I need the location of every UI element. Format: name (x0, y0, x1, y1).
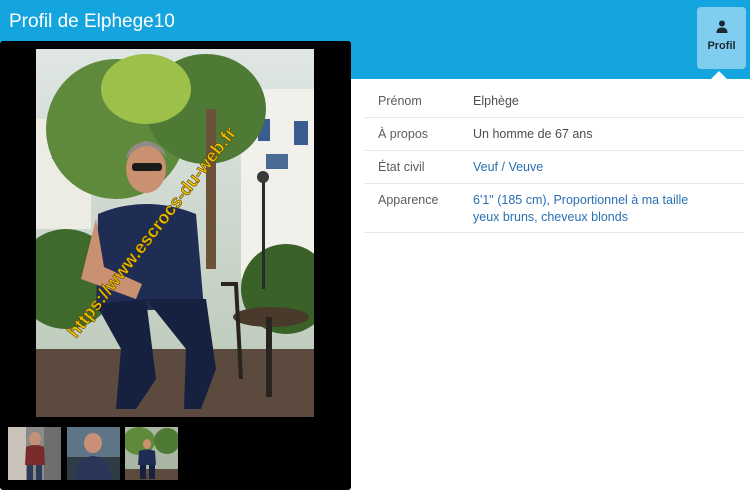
thumbnail-1[interactable] (8, 427, 61, 480)
tab-profil-label: Profil (707, 40, 736, 52)
detail-value-link[interactable]: 6'1" (185 cm), Proportionnel à ma taille… (473, 184, 718, 234)
detail-row-a-propos: À propos Un homme de 67 ans (364, 118, 744, 151)
profile-details: Prénom Elphège À propos Un homme de 67 a… (364, 85, 744, 233)
detail-value: Elphège (473, 94, 519, 108)
thumbnail-3[interactable] (125, 427, 178, 480)
main-profile-photo[interactable]: https://www.escrocs-du-web.fr (36, 49, 314, 417)
detail-row-prenom: Prénom Elphège (364, 85, 744, 118)
photo-gallery: https://www.escrocs-du-web.fr (0, 41, 351, 490)
tab-profil[interactable]: Profil (697, 7, 746, 69)
detail-value: Un homme de 67 ans (473, 127, 593, 141)
detail-label: Prénom (378, 94, 422, 108)
detail-row-apparence: Apparence 6'1" (185 cm), Proportionnel à… (364, 184, 744, 233)
user-icon (716, 20, 728, 33)
detail-label: À propos (378, 127, 429, 141)
detail-row-etat-civil: État civil Veuf / Veuve (364, 151, 744, 184)
page-title: Profil de Elphege10 (9, 11, 175, 32)
detail-label: État civil (378, 160, 425, 174)
detail-label: Apparence (378, 193, 439, 207)
active-tab-indicator (711, 71, 727, 79)
thumbnail-2[interactable] (67, 427, 120, 480)
detail-value-link[interactable]: Veuf / Veuve (473, 151, 744, 184)
